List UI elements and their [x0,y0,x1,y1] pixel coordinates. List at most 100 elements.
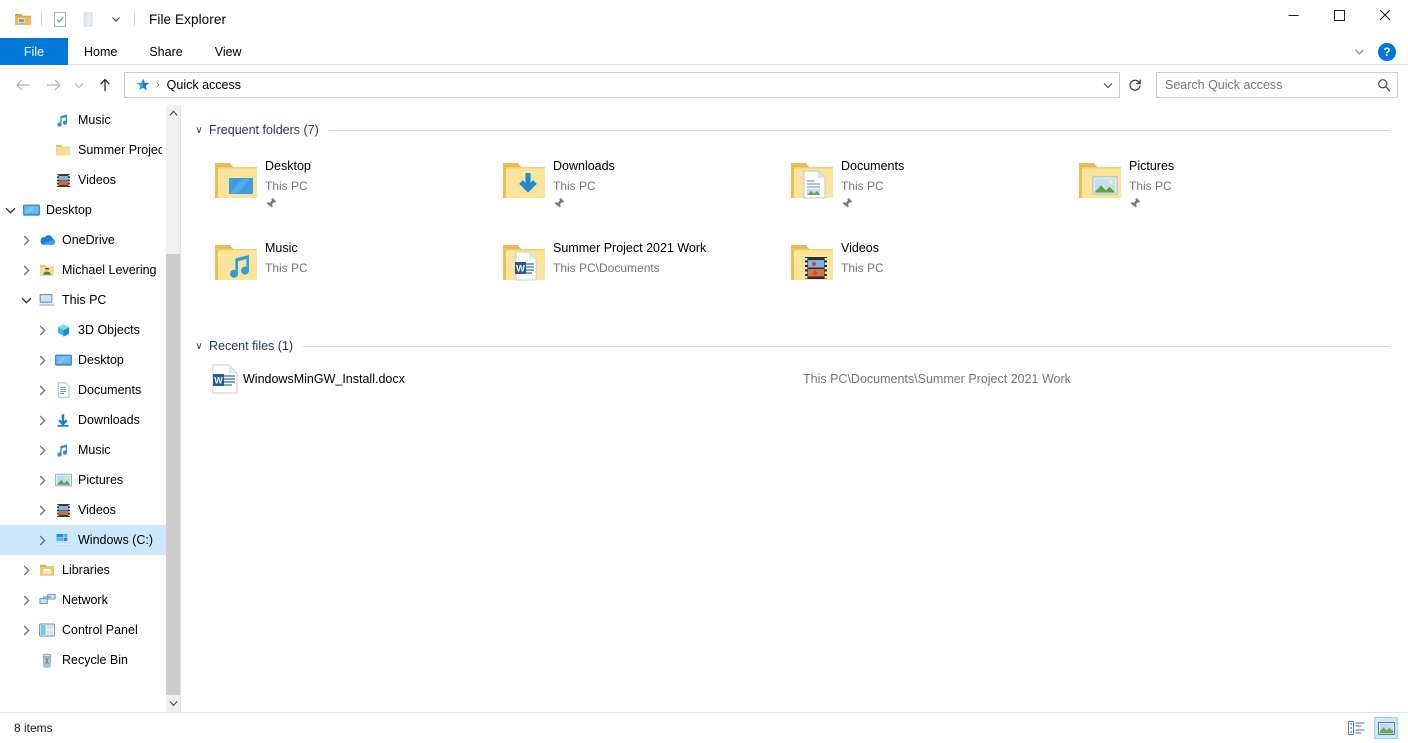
breadcrumb-current[interactable]: Quick access [163,78,245,92]
sidebar-item-videos[interactable]: Videos [0,495,166,525]
sidebar-item-downloads[interactable]: Downloads [0,405,166,435]
sidebar-item-pictures[interactable]: Pictures [0,465,166,495]
sidebar-item-desktop[interactable]: Desktop [0,195,166,225]
close-button[interactable] [1362,0,1408,30]
folder-pictures-icon [1075,153,1125,209]
videos-film-icon [52,501,74,519]
properties-icon[interactable] [46,6,74,32]
scrollbar-thumb[interactable] [166,122,180,254]
tile-name: Desktop [265,159,311,173]
customize-qat-chevron-icon[interactable] [102,6,130,32]
forward-button[interactable] [38,70,68,100]
sidebar-item-documents[interactable]: Documents [0,375,166,405]
documents-icon [52,381,74,399]
chevron-down-icon[interactable] [16,296,36,305]
sidebar-item-label: Control Panel [62,623,138,637]
frequent-folder-tile[interactable]: Desktop This PC [207,151,495,233]
sidebar-item-michael-levering[interactable]: Michael Levering [0,255,166,285]
recent-file-row[interactable]: W WindowsMinGW_Install.docx This PC\Docume… [207,359,1396,399]
frequent-folder-tile[interactable]: W Summer Project 2021 Work This PC\Documen… [495,233,783,315]
address-bar-row: › Quick access [0,65,1408,105]
details-view-button[interactable] [1344,717,1368,739]
minimize-button[interactable] [1270,0,1316,30]
title-bar: File Explorer [0,0,1408,38]
sidebar-item-summer-project[interactable]: Summer Project [0,135,166,165]
chevron-right-icon[interactable] [32,535,52,546]
sidebar-item-network[interactable]: Network [0,585,166,615]
recent-collapse-chevron-icon[interactable]: ∨ [191,341,207,352]
address-dropdown-chevron-icon[interactable] [1097,73,1119,97]
chevron-right-icon[interactable] [32,445,52,456]
tab-home[interactable]: Home [68,38,133,65]
sidebar-item-recycle-bin[interactable]: Recycle Bin [0,645,166,675]
breadcrumb-separator[interactable]: › [155,79,161,91]
sidebar-item-this-pc[interactable]: This PC [0,285,166,315]
back-button[interactable] [8,70,38,100]
sidebar-item-label: Desktop [46,203,92,217]
sidebar-item-windows-c[interactable]: Windows (C:) [0,525,166,555]
frequent-collapse-chevron-icon[interactable]: ∨ [191,125,207,136]
address-bar[interactable]: › Quick access [124,72,1120,98]
chevron-right-icon[interactable] [16,265,36,276]
explorer-folder-icon[interactable] [9,6,37,32]
sidebar-item-3d-objects[interactable]: 3D Objects [0,315,166,345]
sidebar-item-desktop[interactable]: Desktop [0,345,166,375]
pin-icon [553,197,615,213]
music-note-icon [52,111,74,129]
sidebar-item-label: 3D Objects [78,323,140,337]
chevron-right-icon[interactable] [16,235,36,246]
frequent-folders-header[interactable]: ∨ Frequent folders (7) [191,119,1396,141]
tab-view[interactable]: View [199,38,258,65]
sidebar-item-label: Music [78,443,111,457]
search-box[interactable] [1156,72,1398,98]
chevron-right-icon[interactable] [32,385,52,396]
chevron-right-icon[interactable] [32,415,52,426]
search-icon[interactable] [1371,78,1397,92]
recent-files-header[interactable]: ∨ Recent files (1) [191,335,1396,357]
frequent-folder-tile[interactable]: Videos This PC [783,233,1071,315]
sidebar-item-videos[interactable]: Videos [0,165,166,195]
breadcrumb[interactable]: › Quick access [125,77,1097,93]
chevron-right-icon[interactable] [32,325,52,336]
help-icon[interactable]: ? [1378,42,1396,61]
header-rule-2 [303,345,1390,347]
sidebar-item-music[interactable]: Music [0,435,166,465]
scrollbar-track[interactable] [166,122,180,695]
scroll-down-arrow-icon[interactable] [166,695,180,712]
frequent-folders-title: Frequent folders (7) [209,123,319,137]
chevron-right-icon[interactable] [16,595,36,606]
search-input[interactable] [1157,74,1371,96]
tab-share[interactable]: Share [133,38,198,65]
sidebar-item-music[interactable]: Music [0,105,166,135]
new-folder-icon[interactable] [74,6,102,32]
navigation-tree: Music Summer Project Videos Desktop OneDrive… [0,105,166,712]
chevron-right-icon[interactable] [32,505,52,516]
folder-desktop-icon [211,153,261,209]
frequent-folder-tile[interactable]: Documents This PC [783,151,1071,233]
sidebar-item-libraries[interactable]: Libraries [0,555,166,585]
frequent-folder-tile[interactable]: Music This PC [207,233,495,315]
chevron-right-icon[interactable] [32,355,52,366]
chevron-right-icon[interactable] [16,565,36,576]
sidebar-item-onedrive[interactable]: OneDrive [0,225,166,255]
large-icons-view-button[interactable] [1374,717,1398,739]
refresh-button[interactable] [1122,72,1148,98]
word-document-icon: W [207,364,243,394]
tab-file[interactable]: File [0,38,68,65]
recent-locations-button[interactable] [68,70,90,100]
frequent-folder-tile[interactable]: Pictures This PC [1071,151,1359,233]
scroll-up-arrow-icon[interactable] [166,105,180,122]
frequent-folder-tile[interactable]: Downloads This PC [495,151,783,233]
chevron-right-icon[interactable] [32,475,52,486]
navigation-scrollbar[interactable] [166,105,180,712]
chevron-right-icon[interactable] [16,625,36,636]
maximize-button[interactable] [1316,0,1362,30]
sidebar-item-control-panel[interactable]: Control Panel [0,615,166,645]
expand-ribbon-chevron-icon[interactable] [1348,41,1370,63]
ribbon-right-controls: ? [1348,38,1402,65]
sidebar-item-label: Summer Project [78,143,162,157]
chevron-down-icon[interactable] [0,206,20,215]
svg-text:W: W [516,264,525,275]
up-button[interactable] [90,70,120,100]
tile-name: Downloads [553,159,615,173]
